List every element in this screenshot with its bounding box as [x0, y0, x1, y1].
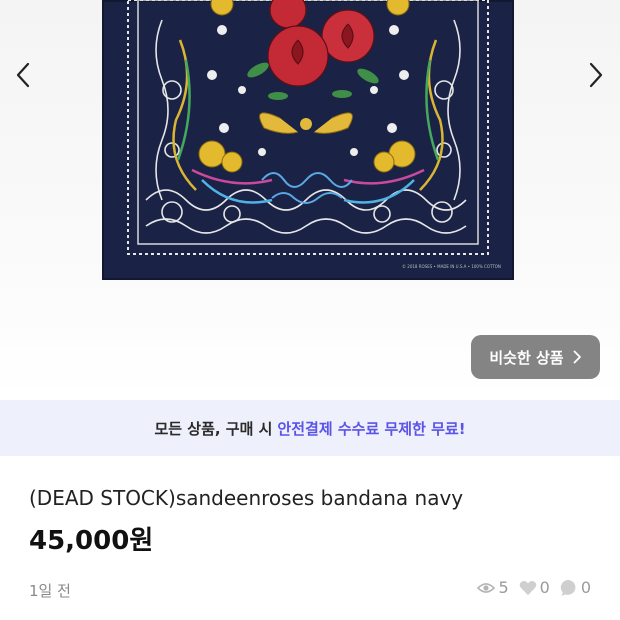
chevron-left-icon — [16, 62, 30, 88]
product-stats: 5 0 0 — [477, 578, 591, 597]
product-price: 45,000원 — [29, 526, 154, 556]
product-image-gallery[interactable]: © 2018 ROSES • MADE IN U.S.A • 100% COTT… — [0, 0, 620, 398]
views-stat: 5 — [477, 578, 509, 597]
previous-image-button[interactable] — [8, 58, 38, 92]
similar-products-button[interactable]: 비슷한 상품 — [471, 335, 600, 379]
heart-icon — [519, 580, 536, 595]
promo-text: 모든 상품, 구매 시 — [154, 419, 273, 438]
likes-count: 0 — [539, 578, 550, 597]
chats-count: 0 — [580, 578, 591, 597]
likes-stat: 0 — [519, 578, 550, 597]
product-image: © 2018 ROSES • MADE IN U.S.A • 100% COTT… — [102, 0, 514, 280]
promo-banner[interactable]: 모든 상품, 구매 시 안전결제 수수료 무제한 무료! — [0, 400, 620, 456]
promo-highlight: 안전결제 수수료 무제한 무료! — [277, 419, 466, 438]
similar-products-label: 비슷한 상품 — [489, 348, 564, 367]
image-fine-print: © 2018 ROSES • MADE IN U.S.A • 100% COTT… — [402, 264, 501, 269]
next-image-button[interactable] — [581, 58, 611, 92]
posted-time: 1일 전 — [29, 582, 71, 600]
views-count: 5 — [498, 578, 509, 597]
chat-bubble-icon — [560, 579, 576, 596]
chevron-right-icon — [573, 350, 581, 364]
product-title: (DEAD STOCK)sandeenroses bandana navy — [29, 486, 464, 510]
chats-stat: 0 — [560, 578, 591, 597]
chevron-right-icon — [589, 62, 603, 88]
eye-icon — [477, 582, 496, 593]
